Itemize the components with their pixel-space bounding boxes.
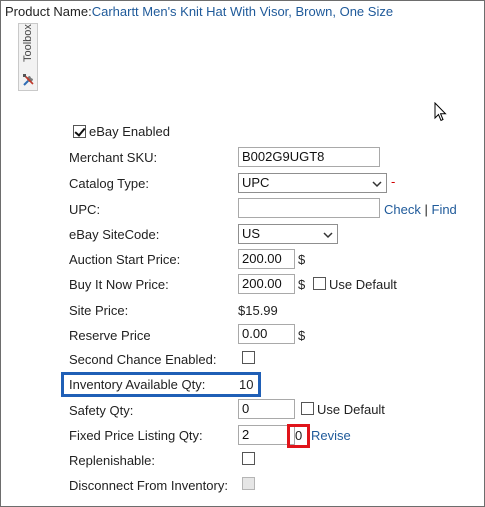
find-link[interactable]: Find [432,202,457,217]
ebay-enabled-label: eBay Enabled [89,124,170,139]
replenishable-checkbox[interactable] [242,452,255,465]
second-chance-label: Second Chance Enabled: [69,352,217,367]
auction-start-currency: $ [298,252,306,267]
product-name-value: Carhartt Men's Knit Hat With Visor, Brow… [91,4,394,19]
second-chance-checkbox[interactable] [242,351,255,364]
upc-input[interactable] [238,198,380,218]
inventory-available-qty-label: Inventory Available Qty: [69,377,206,392]
reserve-price-input[interactable]: 0.00 [238,324,295,344]
listing-panel: Product Name:Carhartt Men's Knit Hat Wit… [0,0,485,507]
toolbox-label: Toolbox [22,24,34,62]
fixed-price-listing-qty-label: Fixed Price Listing Qty: [69,428,203,443]
reserve-price-label: Reserve Price [69,328,151,343]
upc-actions: Check | Find [384,202,457,217]
ebay-sitecode-label: eBay SiteCode: [69,227,160,242]
buy-it-now-use-default-checkbox[interactable] [313,277,326,290]
chevron-down-icon [372,181,382,188]
auction-start-price-label: Auction Start Price: [69,252,181,267]
check-link[interactable]: Check [384,202,421,217]
disconnect-from-inventory-checkbox [242,477,255,490]
catalog-type-select[interactable]: UPC [238,173,387,193]
upc-separator: | [424,202,428,217]
revise-link[interactable]: Revise [311,428,351,443]
site-price-value: $15.99 [238,303,278,318]
listed-qty-value: 0 [295,428,303,443]
ebay-enabled-checkbox[interactable] [73,125,86,138]
buy-it-now-price-label: Buy It Now Price: [69,277,169,292]
buy-it-now-use-default-label: Use Default [329,277,397,292]
buy-it-now-currency: $ [298,277,306,292]
merchant-sku-label: Merchant SKU: [69,150,158,165]
catalog-type-value: UPC [242,175,270,190]
disconnect-from-inventory-label: Disconnect From Inventory: [69,478,228,493]
product-name-label: Product Name: [5,4,92,19]
safety-qty-input[interactable]: 0 [238,399,295,419]
buy-it-now-price-input[interactable]: 200.00 [238,274,295,294]
reserve-price-currency: $ [298,328,306,343]
merchant-sku-input[interactable]: B002G9UGT8 [238,147,380,167]
auction-start-price-input[interactable]: 200.00 [238,249,295,269]
safety-qty-use-default-checkbox[interactable] [301,402,314,415]
replenishable-label: Replenishable: [69,453,156,468]
safety-qty-label: Safety Qty: [69,403,134,418]
required-marker: - [391,174,396,189]
site-price-label: Site Price: [69,303,129,318]
ebay-sitecode-select[interactable]: US [238,224,338,244]
toolbox-tab[interactable]: Toolbox [18,23,38,91]
safety-qty-use-default-label: Use Default [317,402,385,417]
ebay-sitecode-value: US [242,226,261,241]
inventory-available-qty-value: 10 [239,377,254,392]
chevron-down-icon [323,232,333,239]
tools-icon [23,74,34,86]
upc-label: UPC: [69,202,101,217]
product-name-line: Product Name:Carhartt Men's Knit Hat Wit… [5,4,393,19]
catalog-type-label: Catalog Type: [69,176,149,191]
mouse-cursor-icon [434,102,447,122]
